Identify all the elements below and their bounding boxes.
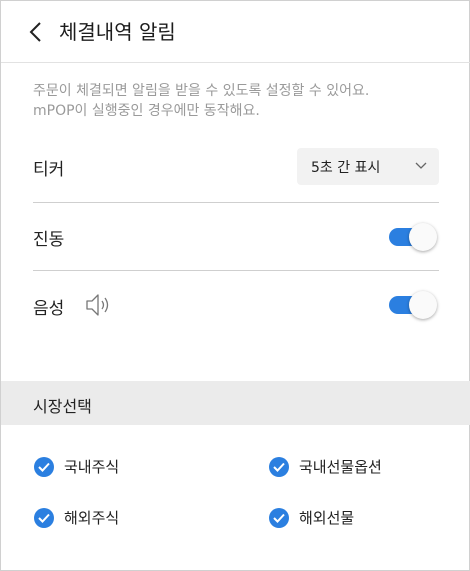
toggle-knob bbox=[409, 291, 437, 319]
divider bbox=[33, 270, 439, 271]
description-line-2: mPOP이 실행중인 경우에만 동작해요. bbox=[33, 103, 260, 119]
back-arrow-icon[interactable] bbox=[25, 20, 49, 44]
sound-toggle[interactable] bbox=[387, 291, 437, 319]
toggle-knob bbox=[409, 223, 437, 251]
checkmark-icon bbox=[269, 457, 289, 477]
checkmark-icon bbox=[34, 457, 54, 477]
market-section-title: 시장선택 bbox=[33, 397, 92, 416]
chevron-down-icon bbox=[415, 162, 427, 169]
vibration-toggle[interactable] bbox=[387, 223, 437, 251]
market-option-label: 해외주식 bbox=[64, 509, 120, 527]
vibration-label: 진동 bbox=[33, 230, 65, 250]
market-option-label: 국내주식 bbox=[64, 458, 120, 476]
divider bbox=[33, 202, 439, 203]
market-option-label: 국내선물옵션 bbox=[299, 458, 382, 476]
description-line-1: 주문이 체결되면 알림을 받을 수 있도록 설정할 수 있어요. bbox=[33, 83, 370, 99]
market-option-label: 해외선물 bbox=[299, 509, 355, 527]
app-frame: 체결내역 알림 주문이 체결되면 알림을 받을 수 있도록 설정할 수 있어요.… bbox=[0, 0, 470, 571]
description-text: 주문이 체결되면 알림을 받을 수 있도록 설정할 수 있어요. mPOP이 실… bbox=[33, 81, 443, 121]
header: 체결내역 알림 bbox=[1, 1, 470, 63]
ticker-label: 티커 bbox=[33, 160, 65, 180]
page-title: 체결내역 알림 bbox=[59, 20, 176, 44]
checkmark-icon bbox=[34, 508, 54, 528]
ticker-selected-value: 5초 간 표시 bbox=[311, 160, 381, 176]
market-section-header: 시장선택 bbox=[1, 381, 470, 425]
sound-label: 음성 bbox=[33, 299, 65, 319]
ticker-duration-select[interactable]: 5초 간 표시 bbox=[297, 148, 439, 185]
speaker-icon bbox=[86, 294, 109, 316]
checkmark-icon bbox=[269, 508, 289, 528]
